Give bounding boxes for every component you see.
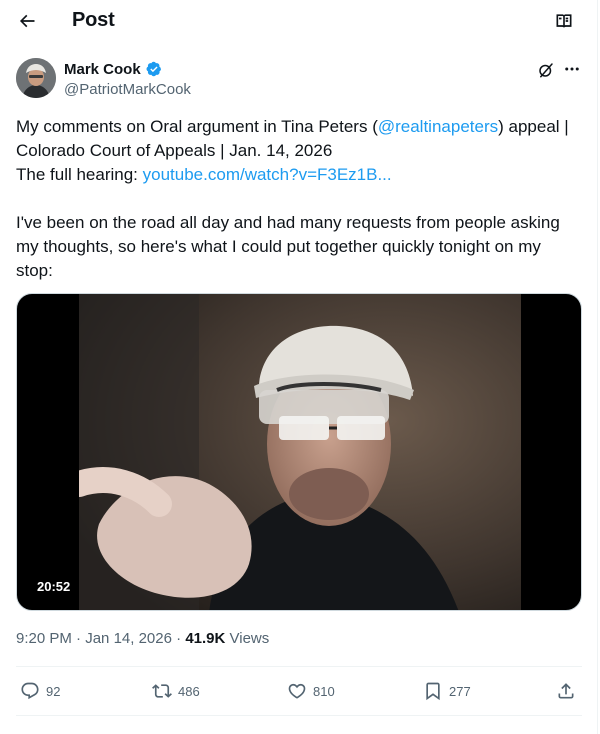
reply-icon xyxy=(21,682,39,700)
views-label: Views xyxy=(225,630,270,647)
youtube-link[interactable]: youtube.com/watch?v=F3Ez1B... xyxy=(143,165,392,184)
like-button[interactable]: 810 xyxy=(287,681,335,701)
bookmark-button[interactable]: 277 xyxy=(423,681,471,701)
post-time[interactable]: 9:20 PM xyxy=(16,630,72,647)
video-thumbnail xyxy=(79,294,521,610)
post-text-line2: Colorado Court of Appeals | Jan. 14, 202… xyxy=(16,141,333,160)
author-name[interactable]: Mark Cook xyxy=(64,61,141,78)
author-avatar[interactable] xyxy=(16,58,56,98)
post-text-line3: The full hearing: xyxy=(16,165,143,184)
author-handle[interactable]: @PatriotMarkCook xyxy=(64,81,191,98)
grok-icon[interactable] xyxy=(537,61,555,79)
share-icon xyxy=(558,683,574,699)
repost-button[interactable]: 486 xyxy=(152,681,200,701)
back-arrow-icon[interactable] xyxy=(16,11,38,31)
reader-mode-icon[interactable] xyxy=(553,11,575,31)
reply-count: 92 xyxy=(46,683,61,699)
post-meta: 9:20 PM · Jan 14, 2026 · 41.9K Views xyxy=(16,630,270,647)
mention-link[interactable]: @realtinapeters xyxy=(378,117,498,136)
divider xyxy=(16,715,582,716)
bookmark-count: 277 xyxy=(449,683,471,699)
verified-badge-icon xyxy=(146,61,161,77)
heart-icon xyxy=(288,683,306,699)
post-text-paragraph2-line2: my thoughts, so here's what I could put … xyxy=(16,237,541,256)
views-count: 41.9K xyxy=(185,630,226,647)
post-text-line1-start: My comments on Oral argument in Tina Pet… xyxy=(16,117,378,136)
video-player[interactable]: 20:52 xyxy=(16,293,582,611)
repost-count: 486 xyxy=(178,683,200,699)
page-header: Post xyxy=(0,0,597,42)
reply-button[interactable]: 92 xyxy=(20,681,60,701)
repost-icon xyxy=(152,684,172,698)
more-options-icon[interactable] xyxy=(563,62,581,76)
share-button[interactable] xyxy=(556,681,582,701)
post-detail-page: Post Mark Cook @PatriotMarkCook My comme… xyxy=(0,0,598,734)
post-text-paragraph2-line1: I've been on the road all day and had ma… xyxy=(16,213,560,232)
video-duration: 20:52 xyxy=(31,577,77,596)
bookmark-icon xyxy=(426,682,440,701)
page-title: Post xyxy=(72,9,115,31)
like-count: 810 xyxy=(313,683,335,699)
action-bar: 92 486 810 277 xyxy=(16,667,582,715)
post-date[interactable]: Jan 14, 2026 xyxy=(85,630,172,647)
post-text-line1-end: ) appeal | xyxy=(498,117,569,136)
post-text: My comments on Oral argument in Tina Pet… xyxy=(16,115,586,283)
post-text-paragraph2-line3: stop: xyxy=(16,261,53,280)
